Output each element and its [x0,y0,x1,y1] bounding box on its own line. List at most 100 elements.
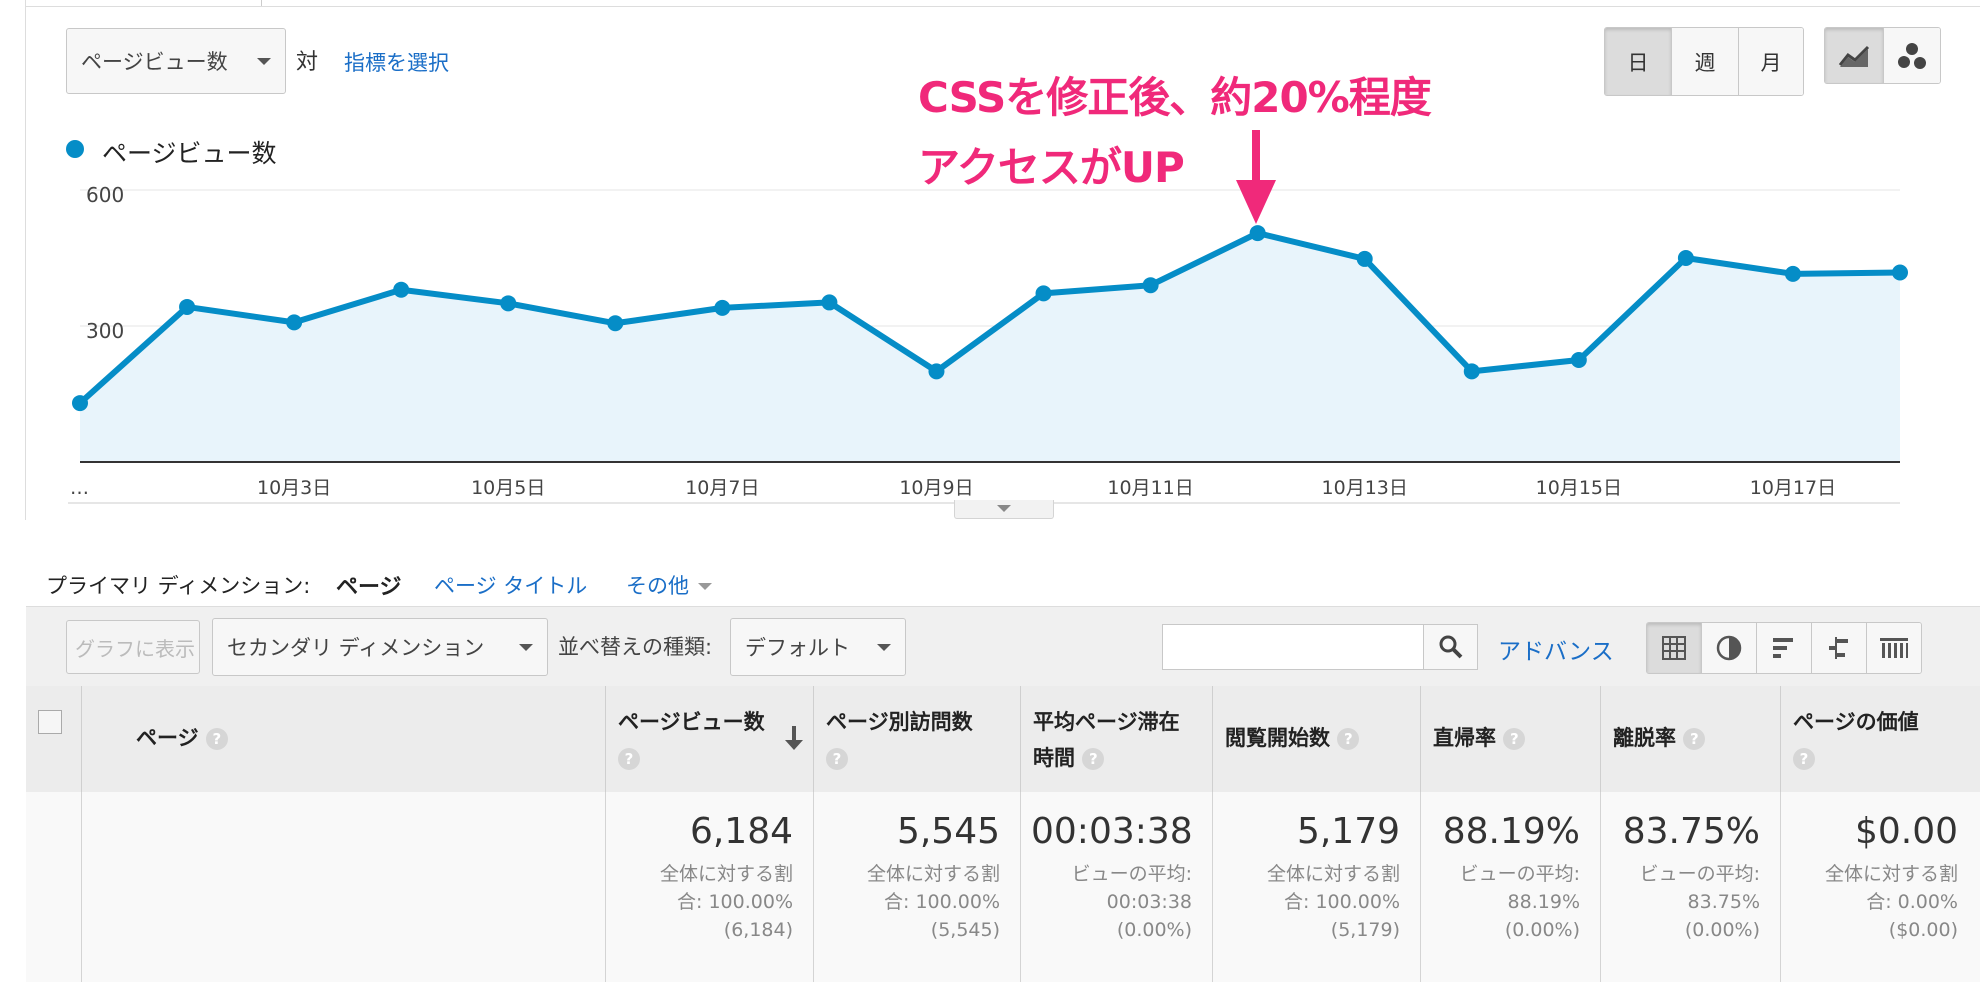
x-tick-label: 10月17日 [1750,477,1836,499]
col-header-pageviews[interactable]: ページビュー数? [606,686,814,792]
x-tick-label: … [70,477,89,499]
total-sub: 83.75% [1687,891,1760,913]
series-area [80,233,1900,462]
select-all-cell [26,686,82,792]
data-point [1784,265,1801,282]
pivot-icon [1880,638,1908,658]
totals-avg-time: 00:03:38 ビューの平均: 00:03:38 (0.00%) [1021,792,1213,982]
secondary-dimension-label: セカンダリ ディメンション [227,636,485,660]
chevron-down-icon [877,644,891,651]
data-point [607,315,624,332]
select-all-checkbox[interactable] [38,710,62,734]
totals-checkbox-cell [26,792,82,982]
secondary-dimension-dropdown[interactable]: セカンダリ ディメンション [212,618,548,676]
data-point [500,295,517,312]
view-performance-button[interactable] [1757,623,1812,673]
col-header-entrances[interactable]: 閲覧開始数 ? [1213,686,1421,792]
col-header-page-value-label: ページの価値 [1793,710,1919,734]
total-sub: 全体に対する割 [1824,863,1958,885]
total-sub: (6,184) [723,919,793,941]
total-value: 83.75% [1622,811,1760,852]
col-header-page-label: ページ [136,726,199,750]
data-point [1142,277,1159,294]
plot-rows-button[interactable]: グラフに表示 [66,620,200,674]
help-icon[interactable]: ? [1793,748,1815,770]
help-icon[interactable]: ? [618,748,640,770]
dimension-option-other[interactable]: その他 [626,570,689,600]
totals-entrances: 5,179 全体に対する割 合: 100.00% (5,179) [1213,792,1421,982]
col-header-bounce-rate-label: 直帰率 [1433,726,1496,750]
dimension-option-page-title[interactable]: ページ タイトル [434,570,587,600]
data-point [1463,363,1480,380]
data-point [1570,352,1587,368]
help-icon[interactable]: ? [1683,728,1706,750]
period-week-button[interactable]: 週 [1672,28,1739,95]
period-month-button[interactable]: 月 [1739,28,1803,95]
totals-page-value: $0.00 全体に対する割 合: 0.00% ($0.00) [1781,792,1980,982]
col-header-page[interactable]: ページ ? [82,686,606,792]
search-icon [1439,635,1462,659]
help-icon[interactable]: ? [826,748,848,770]
data-point [286,314,303,331]
data-point [714,299,731,316]
total-sub: 合: 0.00% [1866,891,1958,913]
metric-dropdown[interactable]: ページビュー数 [66,28,286,94]
totals-exit-rate: 83.75% ビューの平均: 83.75% (0.00%) [1601,792,1781,982]
total-sub: (5,545) [930,919,1000,941]
total-value: 5,179 [1296,811,1400,852]
col-header-entrances-label: 閲覧開始数 [1225,726,1330,750]
col-header-bounce-rate[interactable]: 直帰率 ? [1421,686,1601,792]
line-chart-button[interactable] [1825,28,1884,83]
chart-collapse-handle[interactable] [954,500,1054,519]
line-chart-icon [1838,45,1870,67]
primary-dimension-selected: ページ [336,575,402,600]
help-icon[interactable]: ? [205,728,228,750]
search-input[interactable] [1162,624,1424,670]
view-data-button[interactable] [1647,623,1702,673]
top-tab-strip [25,0,1980,7]
chart-type-button-group [1824,27,1941,84]
total-sub: 88.19% [1507,891,1580,913]
x-tick-label: 10月5日 [471,477,545,499]
sort-type-dropdown[interactable]: デフォルト [730,618,906,676]
motion-chart-button[interactable] [1884,28,1940,83]
data-point [928,363,945,380]
x-tick-label: 10月3日 [257,477,331,499]
total-sub: 00:03:38 [1106,891,1192,913]
legend-dot [66,140,84,158]
data-point [1677,250,1694,266]
help-icon[interactable]: ? [1503,728,1526,750]
advanced-search-link[interactable]: アドバンス [1498,632,1614,666]
total-value: 5,545 [896,811,1000,852]
view-percentage-button[interactable] [1702,623,1757,673]
chevron-down-icon [698,583,712,590]
x-tick-label: 10月13日 [1322,477,1408,499]
col-header-exit-rate[interactable]: 離脱率 ? [1601,686,1781,792]
bars-icon [1773,638,1793,658]
help-icon[interactable]: ? [1082,748,1105,770]
help-icon[interactable]: ? [1337,728,1360,750]
col-header-page-value[interactable]: ページの価値? [1781,686,1980,792]
data-point [821,294,838,311]
pie-icon [1716,635,1742,661]
primary-dimension-label: プライマリ ディメンション: [46,574,311,598]
col-header-avg-time[interactable]: 平均ページ滞在時間 ? [1021,686,1213,792]
total-sub: (0.00%) [1684,919,1760,941]
data-point [1035,285,1052,302]
total-sub: 全体に対する割 [866,863,1000,885]
view-comparison-button[interactable] [1812,623,1867,673]
select-metric-link[interactable]: 指標を選択 [344,47,449,77]
total-sub: ビューの平均: [1071,863,1192,885]
data-point [72,395,88,412]
y-tick-label: 600 [86,183,124,207]
col-header-unique-pageviews[interactable]: ページ別訪問数? [814,686,1021,792]
total-sub: ($0.00) [1888,919,1958,941]
search-button[interactable] [1424,624,1478,670]
view-pivot-button[interactable] [1867,623,1921,673]
totals-bounce-rate: 88.19% ビューの平均: 88.19% (0.00%) [1421,792,1601,982]
metric-dropdown-label: ページビュー数 [81,50,228,74]
total-value: 6,184 [689,811,793,852]
sort-descending-icon [785,726,803,750]
period-day-button[interactable]: 日 [1605,28,1672,95]
legend-label: ページビュー数 [102,139,277,168]
